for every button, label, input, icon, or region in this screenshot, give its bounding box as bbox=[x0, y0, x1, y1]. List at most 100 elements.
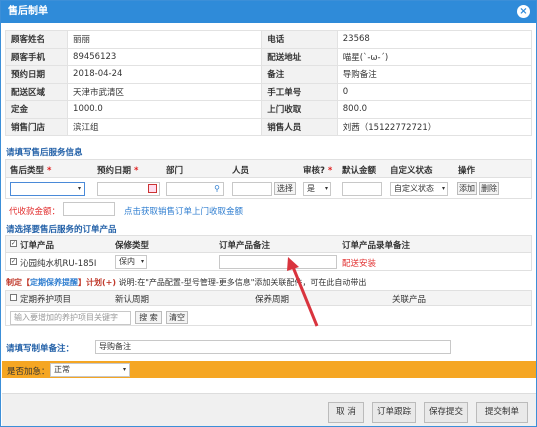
install-note: 配送安装 bbox=[342, 259, 377, 269]
info-label: 顾客手机 bbox=[4, 47, 69, 66]
remark-input[interactable]: 导购备注 bbox=[95, 340, 451, 354]
col-item: 定期养护项目 bbox=[20, 295, 72, 305]
select-person-button[interactable]: 选择 bbox=[274, 182, 296, 195]
default-amount-input[interactable] bbox=[342, 182, 382, 196]
customer-info-table: 顾客姓名 丽丽 电话 23568 顾客手机 89456123 配送地址 喵星(`-ω-´) 预约… bbox=[4, 30, 533, 136]
caret-down-icon: ▾ bbox=[324, 185, 328, 192]
service-table-header: 售后类型 * 预约日期 * 部门 人员 审核? * 默认金额 自定义状态 操作 bbox=[6, 160, 531, 178]
close-icon[interactable]: × bbox=[517, 5, 530, 18]
select-all-checkbox[interactable]: ✓ bbox=[10, 240, 17, 247]
appointment-date-input[interactable] bbox=[97, 182, 160, 196]
info-value: 喵星(`-ω-´) bbox=[336, 47, 533, 66]
info-label: 顾客姓名 bbox=[4, 30, 69, 49]
info-value: 800.0 bbox=[336, 100, 533, 119]
code-amount-input[interactable] bbox=[63, 202, 115, 216]
product-note-input[interactable] bbox=[219, 255, 337, 269]
product-table: ✓ 订单产品 保修类型 订单产品备注 订单产品录单备注 ✓ 沁园纯水机RU-18… bbox=[5, 235, 532, 271]
col-person: 人员 bbox=[232, 166, 250, 176]
caret-down-icon: ▾ bbox=[77, 185, 81, 192]
info-label: 销售人员 bbox=[261, 117, 338, 136]
info-label: 配送地址 bbox=[261, 47, 338, 66]
info-value: 0 bbox=[336, 82, 533, 101]
info-value: 刘茜（15122772721） bbox=[336, 117, 533, 136]
info-label: 电话 bbox=[261, 30, 338, 49]
urgent-label: 是否加急： bbox=[7, 367, 50, 377]
col-period: 保养周期 bbox=[255, 295, 290, 305]
maintenance-link[interactable]: 定期保养提醒 bbox=[30, 278, 78, 287]
maintenance-search-button[interactable]: 搜 索 bbox=[135, 311, 162, 324]
info-label: 上门收取 bbox=[261, 100, 338, 119]
save-submit-button[interactable]: 保存提交 bbox=[424, 402, 468, 423]
info-value: 丽丽 bbox=[67, 30, 263, 49]
info-row: 销售门店 滨江组 销售人员 刘茜（15122772721） bbox=[4, 117, 533, 136]
col-op: 操作 bbox=[458, 166, 476, 176]
add-button[interactable]: 添加 bbox=[457, 182, 477, 195]
maintenance-table: 定期养护项目 新认周期 保养周期 关联产品 输入要增加的养护项目关键字 搜 索 … bbox=[5, 290, 532, 326]
info-label: 配送区域 bbox=[4, 82, 69, 101]
calendar-icon[interactable] bbox=[148, 184, 157, 193]
audit-select[interactable]: 是 ▾ bbox=[303, 182, 331, 196]
col-custom-state: 自定义状态 bbox=[390, 166, 433, 176]
info-row: 顾客手机 89456123 配送地址 喵星(`-ω-´) bbox=[4, 47, 533, 66]
col-date: 预约日期 * bbox=[97, 166, 139, 176]
service-type-select[interactable]: ▾ bbox=[10, 182, 85, 196]
col-dept: 部门 bbox=[166, 166, 184, 176]
service-table: 售后类型 * 预约日期 * 部门 人员 审核? * 默认金额 自定义状态 操作 … bbox=[5, 159, 532, 199]
info-value: 导购备注 bbox=[336, 65, 533, 84]
code-label: 代收款金额： bbox=[9, 207, 61, 217]
col-install-note: 订单产品录单备注 bbox=[342, 241, 411, 251]
search-icon[interactable]: ⚲ bbox=[214, 183, 220, 195]
col-product: 订单产品 bbox=[20, 241, 55, 251]
submit-order-button[interactable]: 提交制单 bbox=[476, 402, 528, 423]
maintenance-search-input[interactable]: 输入要增加的养护项目关键字 bbox=[10, 311, 131, 325]
info-value: 天津市武清区 bbox=[67, 82, 263, 101]
urgent-bar: 是否加急： 正常 ▾ bbox=[2, 361, 536, 378]
info-row: 定金 1000.0 上门收取 800.0 bbox=[4, 100, 533, 119]
info-label: 预约日期 bbox=[4, 65, 69, 84]
info-value: 23568 bbox=[336, 30, 533, 49]
info-value: 89456123 bbox=[67, 47, 263, 66]
info-label: 手工单号 bbox=[261, 82, 338, 101]
info-row: 预约日期 2018-04-24 备注 导购备注 bbox=[4, 65, 533, 84]
info-label: 销售门店 bbox=[4, 117, 69, 136]
delete-button[interactable]: 删除 bbox=[479, 182, 499, 195]
footer-bar: 取 消 订单跟踪 保存提交 提交制单 bbox=[2, 393, 536, 426]
caret-down-icon: ▾ bbox=[140, 258, 144, 265]
urgent-select[interactable]: 正常 ▾ bbox=[50, 363, 130, 377]
remark-label: 请填写制单备注： bbox=[6, 344, 75, 354]
col-recognize: 新认周期 bbox=[115, 295, 150, 305]
dialog-titlebar: 售后制单 × bbox=[1, 1, 536, 23]
warranty-select[interactable]: 保内 ▾ bbox=[115, 255, 147, 269]
product-name: 沁园纯水机RU-185I bbox=[20, 259, 97, 269]
col-amount: 默认金额 bbox=[342, 166, 377, 176]
custom-state-select[interactable]: 自定义状态 ▾ bbox=[390, 182, 448, 196]
product-checkbox[interactable]: ✓ bbox=[10, 258, 17, 265]
maintenance-select-all-checkbox[interactable] bbox=[10, 294, 17, 301]
caret-down-icon: ▾ bbox=[122, 366, 126, 373]
plan-title: 制定【定期保养提醒】计划(+) 说明:在"产品配置-型号管理-更多信息"添加关联… bbox=[6, 278, 367, 287]
info-row: 配送区域 天津市武清区 手工单号 0 bbox=[4, 82, 533, 101]
department-input[interactable]: ⚲ bbox=[166, 182, 224, 196]
col-audit: 审核? * bbox=[303, 166, 333, 176]
maintenance-clear-button[interactable]: 清空 bbox=[166, 311, 188, 324]
dialog-title: 售后制单 bbox=[8, 6, 48, 17]
caret-down-icon: ▾ bbox=[441, 185, 445, 192]
col-warranty: 保修类型 bbox=[115, 241, 150, 251]
service-section-title: 请填写售后服务信息 bbox=[6, 148, 83, 158]
product-section-title: 请选择要售后服务的订单产品 bbox=[6, 225, 117, 235]
cancel-button[interactable]: 取 消 bbox=[328, 402, 364, 423]
info-label: 备注 bbox=[261, 65, 338, 84]
info-value: 1000.0 bbox=[67, 100, 263, 119]
dialog: 售后制单 × 顾客姓名 丽丽 电话 23568 顾客手机 89456123 配送地址 喵星(`… bbox=[0, 0, 537, 427]
person-input[interactable] bbox=[232, 182, 272, 196]
info-value: 2018-04-24 bbox=[67, 65, 263, 84]
product-table-header: ✓ 订单产品 保修类型 订单产品备注 订单产品录单备注 bbox=[6, 236, 531, 253]
col-related-product: 关联产品 bbox=[392, 295, 427, 305]
info-label: 定金 bbox=[4, 100, 69, 119]
order-trace-button[interactable]: 订单跟踪 bbox=[372, 402, 416, 423]
info-value: 滨江组 bbox=[67, 117, 263, 136]
maintenance-table-header: 定期养护项目 新认周期 保养周期 关联产品 bbox=[6, 291, 531, 306]
col-note: 订单产品备注 bbox=[219, 241, 271, 251]
code-link[interactable]: 点击获取销售订单上门收取金额 bbox=[124, 205, 243, 217]
info-row: 顾客姓名 丽丽 电话 23568 bbox=[4, 30, 533, 49]
